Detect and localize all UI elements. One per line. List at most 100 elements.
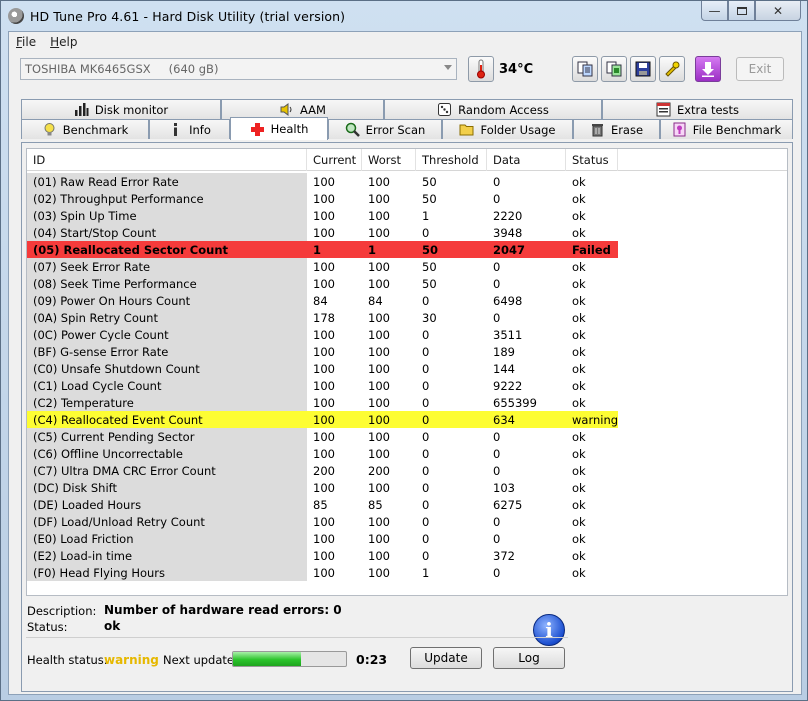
save-button[interactable] [630,56,656,82]
status-label: Status: [27,620,68,634]
cell-id: (02) Throughput Performance [27,190,307,207]
column-header-data[interactable]: Data [487,149,566,171]
cell-worst: 100 [362,326,416,343]
tab-random-access[interactable]: Random Access [384,99,602,119]
tab-label: Info [189,122,211,137]
cell-worst: 100 [362,207,416,224]
maximize-button[interactable] [728,1,755,21]
cell-id: (01) Raw Read Error Rate [27,173,307,190]
tab-disk-monitor[interactable]: Disk monitor [21,99,221,119]
cell-threshold: 50 [416,258,487,275]
temperature-button[interactable] [468,56,494,82]
cell-id: (08) Seek Time Performance [27,275,307,292]
info-icon[interactable]: i [533,614,565,646]
cell-threshold: 0 [416,513,487,530]
cell-data: 634 [487,411,566,428]
cell-data: 2047 [487,241,566,258]
table-row[interactable]: (08) Seek Time Performance 100 100 50 0 ok [27,275,787,292]
tab-error-scan[interactable]: Error Scan [328,119,442,139]
column-header-threshold[interactable]: Threshold [416,149,487,171]
tab-label: Health [270,122,309,136]
tab-file-benchmark[interactable]: File Benchmark [660,119,793,139]
table-row[interactable]: (F0) Head Flying Hours 100 100 1 0 ok [27,564,787,581]
description-label: Description: [27,604,97,618]
cell-current: 100 [307,377,362,394]
column-header-worst[interactable]: Worst [362,149,416,171]
cell-worst: 100 [362,479,416,496]
exit-button[interactable]: Exit [736,57,784,81]
disk-monitor-icon [74,103,89,116]
table-row[interactable]: (02) Throughput Performance 100 100 50 0 ok [27,190,787,207]
tab-extra-tests[interactable]: Extra tests [602,99,793,119]
table-row[interactable]: (DE) Loaded Hours 85 85 0 6275 ok [27,496,787,513]
tab-label: Error Scan [365,122,426,137]
cell-id: (C0) Unsafe Shutdown Count [27,360,307,377]
menu-file[interactable]: File [9,35,43,49]
table-row[interactable]: (E2) Load-in time 100 100 0 372 ok [27,547,787,564]
table-row[interactable]: (C0) Unsafe Shutdown Count 100 100 0 144 ok [27,360,787,377]
cell-status: ok [566,258,618,275]
copy-text-button[interactable] [572,56,598,82]
minimize-button[interactable]: — [701,1,728,21]
minimize-icon: — [708,3,721,18]
table-row[interactable]: (09) Power On Hours Count 84 84 0 6498 ok [27,292,787,309]
folder-icon [459,124,474,136]
table-row[interactable]: (C4) Reallocated Event Count 100 100 0 634 wa… [27,411,787,428]
cell-id: (03) Spin Up Time [27,207,307,224]
drive-select[interactable]: TOSHIBA MK6465GSX (640 gB) [20,58,457,80]
tab-erase[interactable]: Erase [573,119,660,139]
table-row[interactable]: (C1) Load Cycle Count 100 100 0 9222 ok [27,377,787,394]
cell-current: 1 [307,241,362,258]
column-header-id[interactable]: ID [27,149,307,171]
cell-threshold: 0 [416,428,487,445]
table-row[interactable]: (07) Seek Error Rate 100 100 50 0 ok [27,258,787,275]
tab-aam[interactable]: AAM [221,99,384,119]
copy-screenshot-button[interactable] [601,56,627,82]
table-row[interactable]: (01) Raw Read Error Rate 100 100 50 0 ok [27,173,787,190]
cell-current: 100 [307,428,362,445]
table-row[interactable]: (C6) Offline Uncorrectable 100 100 0 0 ok [27,445,787,462]
download-button[interactable] [695,56,721,82]
tab-folder-usage[interactable]: Folder Usage [442,119,573,139]
cell-worst: 1 [362,241,416,258]
cell-id: (E0) Load Friction [27,530,307,547]
table-row[interactable]: (05) Reallocated Sector Count 1 1 50 2047 Fai… [27,241,787,258]
table-row[interactable]: (04) Start/Stop Count 100 100 0 3948 ok [27,224,787,241]
cell-data: 372 [487,547,566,564]
column-header-current[interactable]: Current [307,149,362,171]
title-bar[interactable]: HD Tune Pro 4.61 - Hard Disk Utility (tr… [1,1,807,31]
table-row[interactable]: (C7) Ultra DMA CRC Error Count 200 200 0 0 ok [27,462,787,479]
cell-worst: 100 [362,224,416,241]
table-row[interactable]: (BF) G-sense Error Rate 100 100 0 189 ok [27,343,787,360]
table-row[interactable]: (0C) Power Cycle Count 100 100 0 3511 ok [27,326,787,343]
cell-id: (DF) Load/Unload Retry Count [27,513,307,530]
cell-data: 0 [487,173,566,190]
table-row[interactable]: (C5) Current Pending Sector 100 100 0 0 ok [27,428,787,445]
close-icon: ✕ [772,3,784,18]
cell-current: 100 [307,564,362,581]
cell-worst: 100 [362,173,416,190]
cell-id: (09) Power On Hours Count [27,292,307,309]
column-header-status[interactable]: Status [566,149,618,171]
cell-threshold: 0 [416,224,487,241]
tab-health[interactable]: Health [230,117,328,140]
cell-status: ok [566,377,618,394]
menu-help[interactable]: Help [43,35,84,49]
table-row[interactable]: (03) Spin Up Time 100 100 1 2220 ok [27,207,787,224]
options-button[interactable] [659,56,685,82]
log-button[interactable]: Log [493,647,565,669]
update-button[interactable]: Update [410,647,482,669]
cell-status: ok [566,547,618,564]
tab-benchmark[interactable]: Benchmark [21,119,149,139]
close-button[interactable]: ✕ [755,1,801,21]
cell-id: (C7) Ultra DMA CRC Error Count [27,462,307,479]
cell-id: (DC) Disk Shift [27,479,307,496]
health-status-label: Health status: [27,653,108,667]
table-row[interactable]: (E0) Load Friction 100 100 0 0 ok [27,530,787,547]
table-row[interactable]: (0A) Spin Retry Count 178 100 30 0 ok [27,309,787,326]
cell-current: 100 [307,224,362,241]
table-row[interactable]: (C2) Temperature 100 100 0 655399 ok [27,394,787,411]
table-row[interactable]: (DC) Disk Shift 100 100 0 103 ok [27,479,787,496]
tab-info[interactable]: Info [149,119,230,139]
table-row[interactable]: (DF) Load/Unload Retry Count 100 100 0 0 ok [27,513,787,530]
